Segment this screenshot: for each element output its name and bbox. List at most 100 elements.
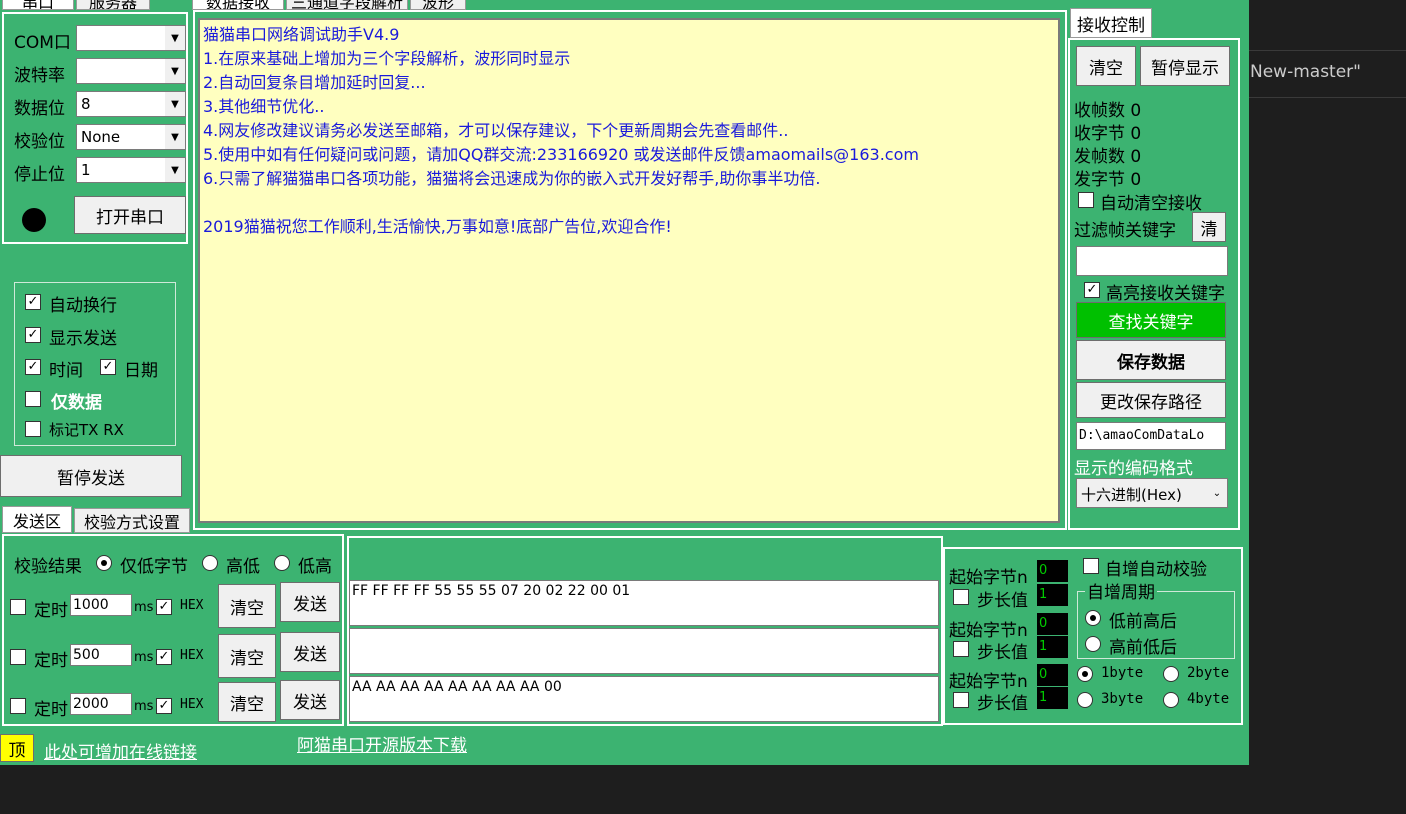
find-keyword-button[interactable]: 查找关键字 — [1076, 302, 1226, 338]
data-only-checkbox[interactable] — [25, 391, 41, 407]
receive-line — [200, 191, 1058, 215]
step-input[interactable]: 1 — [1037, 584, 1068, 606]
4byte-radio[interactable] — [1163, 692, 1179, 708]
chevron-down-icon: ▼ — [165, 92, 185, 116]
receive-line: 2.自动回复条目增加延时回复... — [203, 73, 426, 92]
low-first-radio[interactable] — [1085, 610, 1101, 626]
step-input[interactable]: 1 — [1037, 636, 1068, 658]
mark-txrx-checkbox[interactable] — [25, 421, 41, 437]
send-content-input[interactable] — [349, 628, 939, 674]
data-only-label: 仅数据 — [51, 393, 102, 413]
com-select[interactable]: ▼ — [76, 25, 186, 51]
tab-receive-control[interactable]: 接收控制 — [1070, 8, 1152, 38]
tx-frames-count: 发帧数 0 — [1074, 147, 1142, 167]
clear-send-button[interactable]: 清空 — [218, 634, 276, 678]
timer-interval-input[interactable]: 500 — [70, 644, 132, 666]
databits-select[interactable]: 8 ▼ — [76, 91, 186, 117]
timer-checkbox[interactable] — [10, 698, 26, 714]
tab-checksum-settings[interactable]: 校验方式设置 — [74, 508, 190, 533]
receive-line: 4.网友修改建议请务必发送至邮箱，才可以保存建议，下个更新周期会先查看邮件.. — [203, 121, 789, 140]
auto-wrap-checkbox[interactable]: ✓ — [25, 294, 41, 310]
receive-line: 6.只需了解猫猫串口各项功能，猫猫将会迅速成为你的嵌入式开发好帮手,助你事半功倍… — [203, 169, 821, 188]
clear-send-button[interactable]: 清空 — [218, 682, 276, 722]
download-link[interactable]: 阿猫串口开源版本下载 — [297, 731, 467, 756]
pause-send-button[interactable]: 暂停发送 — [0, 455, 182, 497]
low-high-label: 低高 — [298, 557, 332, 577]
ms-unit-label: ms — [134, 600, 154, 615]
timer-interval-input[interactable]: 1000 — [70, 594, 132, 616]
high-low-radio[interactable] — [202, 555, 218, 571]
hex-label: HEX — [180, 598, 204, 613]
hex-checkbox[interactable]: ✓ — [156, 599, 172, 615]
databits-label: 数据位 — [14, 99, 65, 119]
auto-checksum-checkbox[interactable] — [1083, 558, 1099, 574]
receive-line: 3.其他细节优化.. — [203, 97, 325, 116]
timer-interval-input[interactable]: 2000 — [70, 693, 132, 715]
auto-clear-checkbox[interactable] — [1078, 192, 1094, 208]
auto-clear-label: 自动清空接收 — [1100, 194, 1202, 214]
filter-keyword-input[interactable] — [1076, 246, 1228, 276]
time-checkbox[interactable]: ✓ — [25, 359, 41, 375]
start-byte-input[interactable]: 0 — [1037, 613, 1068, 635]
low-byte-only-radio[interactable] — [96, 555, 112, 571]
baud-select[interactable]: ▼ — [76, 58, 186, 84]
tab-data-receive[interactable]: 数据接收 — [192, 0, 284, 10]
tab-three-channel-parse[interactable]: 三通道字段解析 — [286, 0, 408, 10]
clear-receive-button[interactable]: 清空 — [1076, 46, 1136, 86]
stopbits-select[interactable]: 1 ▼ — [76, 157, 186, 183]
timer-checkbox[interactable] — [10, 599, 26, 615]
ms-unit-label: ms — [134, 650, 154, 665]
pause-display-button[interactable]: 暂停显示 — [1140, 46, 1230, 86]
tx-bytes-count: 发字节 0 — [1074, 170, 1142, 190]
timer-label: 定时 — [34, 601, 68, 621]
high-first-radio[interactable] — [1085, 636, 1101, 652]
low-high-radio[interactable] — [274, 555, 290, 571]
chevron-down-icon: ▼ — [165, 125, 185, 149]
rx-frames-count: 收帧数 0 — [1074, 101, 1142, 121]
rx-bytes-count: 收字节 0 — [1074, 124, 1142, 144]
highlight-checkbox[interactable]: ✓ — [1084, 282, 1100, 298]
tab-waveform[interactable]: 波形 — [410, 0, 466, 10]
date-checkbox[interactable]: ✓ — [100, 359, 116, 375]
save-path-field[interactable]: D:\amaoComDataLo — [1076, 422, 1226, 450]
top-pin-button[interactable]: 顶 — [0, 734, 34, 762]
receive-text-area[interactable]: 猫猫串口网络调试助手V4.9 1.在原来基础上增加为三个字段解析，波形同时显示 … — [198, 18, 1060, 523]
step-checkbox[interactable] — [953, 589, 969, 605]
clear-send-button[interactable]: 清空 — [218, 584, 276, 628]
filter-clear-button[interactable]: 清 — [1192, 212, 1226, 242]
1byte-label: 1byte — [1101, 665, 1144, 681]
chevron-down-icon: ⌄ — [1207, 479, 1227, 507]
tab-server[interactable]: 服务器 — [76, 0, 150, 10]
time-label: 时间 — [49, 361, 83, 381]
send-button[interactable]: 发送 — [280, 632, 340, 672]
start-byte-input[interactable]: 0 — [1037, 664, 1068, 686]
step-input[interactable]: 1 — [1037, 687, 1068, 709]
change-save-path-button[interactable]: 更改保存路径 — [1076, 382, 1226, 418]
hex-checkbox[interactable]: ✓ — [156, 698, 172, 714]
tab-serial[interactable]: 串口 — [2, 0, 74, 10]
1byte-radio[interactable] — [1077, 666, 1093, 682]
receive-line: 5.使用中如有任何疑问或问题，请加QQ群交流:233166920 或发送邮件反馈… — [203, 145, 919, 164]
3byte-radio[interactable] — [1077, 692, 1093, 708]
step-checkbox[interactable] — [953, 641, 969, 657]
start-byte-label: 起始字节n — [949, 568, 1028, 588]
encoding-select[interactable]: 十六进制(Hex) ⌄ — [1076, 478, 1228, 508]
2byte-radio[interactable] — [1163, 666, 1179, 682]
auto-wrap-label: 自动换行 — [49, 296, 117, 316]
send-button[interactable]: 发送 — [280, 680, 340, 720]
show-send-checkbox[interactable]: ✓ — [25, 327, 41, 343]
save-data-button[interactable]: 保存数据 — [1076, 340, 1226, 380]
hex-checkbox[interactable]: ✓ — [156, 649, 172, 665]
online-link[interactable]: 此处可增加在线链接 — [44, 738, 197, 763]
tab-send-area[interactable]: 发送区 — [2, 506, 72, 533]
start-byte-input[interactable]: 0 — [1037, 560, 1068, 582]
send-content-input[interactable]: FF FF FF FF 55 55 55 07 20 02 22 00 01 — [349, 580, 939, 626]
auto-checksum-label: 自增自动校验 — [1105, 560, 1207, 580]
open-port-button[interactable]: 打开串口 — [74, 196, 186, 234]
timer-checkbox[interactable] — [10, 649, 26, 665]
step-checkbox[interactable] — [953, 692, 969, 708]
baud-label: 波特率 — [14, 66, 65, 86]
send-content-input[interactable]: AA AA AA AA AA AA AA AA 00 — [349, 676, 939, 722]
parity-select[interactable]: None ▼ — [76, 124, 186, 150]
send-button[interactable]: 发送 — [280, 582, 340, 622]
